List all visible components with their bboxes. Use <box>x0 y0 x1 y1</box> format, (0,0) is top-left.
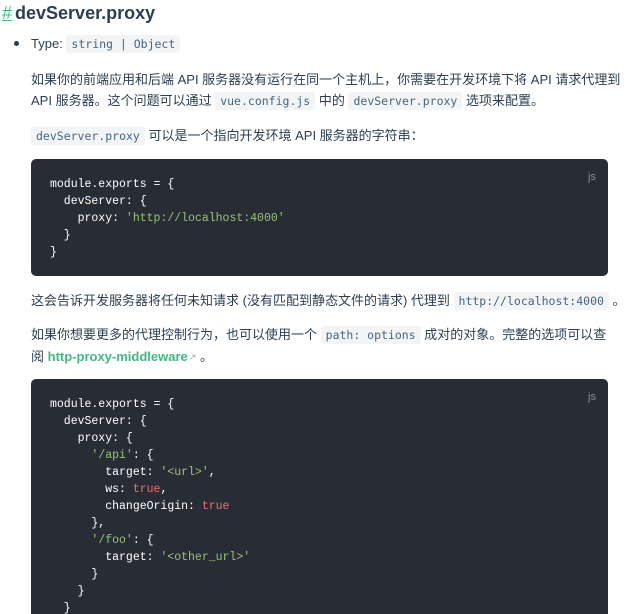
type-value-code: string | Object <box>66 35 181 53</box>
code-block-1-body: module.exports = { devServer: { proxy: '… <box>50 176 285 261</box>
code2-block-token: , <box>160 483 168 496</box>
code2-block-token: } <box>50 602 71 614</box>
code2-block-token: '<url>' <box>160 466 209 479</box>
code2-block-token: devServer: { <box>50 415 147 428</box>
code2-block-line: module.exports = { <box>50 396 250 413</box>
code-block-1: js module.exports = { devServer: { proxy… <box>31 159 608 276</box>
para2: devServer.proxy 可以是一个指向开发环境 API 服务器的字符串： <box>31 125 424 147</box>
code2-block-token: }, <box>50 517 106 530</box>
para1-text-post: 选项来配置。 <box>465 93 544 108</box>
code2-block-token: changeOrigin: <box>50 500 202 513</box>
code1-block-token: } <box>50 246 57 259</box>
code2-block-line: } <box>50 583 250 600</box>
code2-block-token <box>50 534 91 547</box>
code2-block-line: } <box>50 566 250 583</box>
external-link-icon: ↗ <box>188 352 197 362</box>
code2-block-line: }, <box>50 515 250 532</box>
code1-block-line: } <box>50 227 285 244</box>
code2-block-line: target: '<other_url>' <box>50 549 250 566</box>
para4-line2-pre: 阅 <box>31 349 45 364</box>
code2-block-token: : { <box>132 449 154 462</box>
para4-line2: 阅 http-proxy-middleware↗ 。 <box>31 346 213 368</box>
code1-block-line: } <box>50 244 285 261</box>
vue-config-code: vue.config.js <box>215 92 316 110</box>
code2-block-line: ws: true, <box>50 481 250 498</box>
code2-block-token: target: <box>50 466 161 479</box>
code2-block-line: proxy: { <box>50 430 250 447</box>
localhost-url-code: http://localhost:4000 <box>453 292 609 310</box>
code2-block-line: } <box>50 600 250 614</box>
code2-block-token: proxy: { <box>50 432 133 445</box>
code1-block-line: module.exports = { <box>50 176 285 193</box>
heading-title: devServer.proxy <box>15 3 156 23</box>
para4-line2-post: 。 <box>199 349 213 364</box>
code2-block-token: } <box>50 585 85 598</box>
code-block-2-body: module.exports = { devServer: { proxy: {… <box>50 396 250 614</box>
code2-block-token: target: <box>50 551 161 564</box>
code2-block-token: } <box>50 568 99 581</box>
code1-block-token: devServer: { <box>50 195 147 208</box>
code1-block-line: devServer: { <box>50 193 285 210</box>
devserver-proxy-code-2: devServer.proxy <box>31 127 145 145</box>
para4-text-post: 成对的对象。完整的选项可以查 <box>424 327 607 342</box>
code2-block-token: '/api' <box>91 449 133 462</box>
code1-block-token: module.exports = { <box>50 178 175 191</box>
para4-line1: 如果你想要更多的代理控制行为，也可以使用一个 path: options 成对的… <box>31 324 606 346</box>
section-heading: # devServer.proxy <box>2 1 155 25</box>
code2-block-line: '/foo': { <box>50 532 250 549</box>
code2-block-token: module.exports = { <box>50 398 175 411</box>
para1-text-pre: API 服务器。这个问题可以通过 <box>31 93 212 108</box>
para1-text-mid: 中的 <box>318 93 345 108</box>
code2-block-token <box>50 449 91 462</box>
devserver-proxy-code: devServer.proxy <box>348 92 463 110</box>
code-block-2: js module.exports = { devServer: { proxy… <box>31 379 608 614</box>
code-language-label: js <box>588 171 596 183</box>
doc-page: # devServer.proxy Type: string | Object 如… <box>0 0 631 614</box>
para3-text-post: 。 <box>612 293 626 308</box>
heading-anchor-link[interactable]: # <box>2 3 12 23</box>
code2-block-line: target: '<url>', <box>50 464 250 481</box>
code1-block-token: proxy: <box>50 212 126 225</box>
type-label: Type: <box>31 36 63 51</box>
code2-block-line: devServer: { <box>50 413 250 430</box>
para3: 这会告诉开发服务器将任何未知请求 (没有匹配到静态文件的请求) 代理到 http… <box>31 290 626 312</box>
list-bullet <box>14 41 19 46</box>
code2-block-token: , <box>208 466 216 479</box>
code2-block-token: true <box>201 500 230 513</box>
code2-block-token: true <box>132 483 161 496</box>
para1-line1: 如果你的前端应用和后端 API 服务器没有运行在同一个主机上，你需要在开发环境下… <box>31 72 621 87</box>
code2-block-line: '/api': { <box>50 447 250 464</box>
code2-block-token: '/foo' <box>91 534 133 547</box>
para3-text: 这会告诉开发服务器将任何未知请求 (没有匹配到静态文件的请求) 代理到 <box>31 293 450 308</box>
code2-block-token: ws: <box>50 483 133 496</box>
code2-block-token: '<other_url>' <box>160 551 251 564</box>
code-language-label-2: js <box>588 391 596 403</box>
path-options-code: path: options <box>320 326 421 344</box>
http-proxy-middleware-link[interactable]: http-proxy-middleware <box>48 349 188 364</box>
type-line: Type: string | Object <box>31 35 181 53</box>
code2-block-line: changeOrigin: true <box>50 498 250 515</box>
code1-block-token: } <box>50 229 71 242</box>
para4-text-pre: 如果你想要更多的代理控制行为，也可以使用一个 <box>31 327 318 342</box>
code2-block-token: : { <box>132 534 154 547</box>
code1-block-line: proxy: 'http://localhost:4000' <box>50 210 285 227</box>
para1-line2: API 服务器。这个问题可以通过 vue.config.js 中的 devSer… <box>31 90 544 112</box>
para2-text: 可以是一个指向开发环境 API 服务器的字符串： <box>148 128 424 143</box>
code1-block-token: 'http://localhost:4000' <box>125 212 285 225</box>
